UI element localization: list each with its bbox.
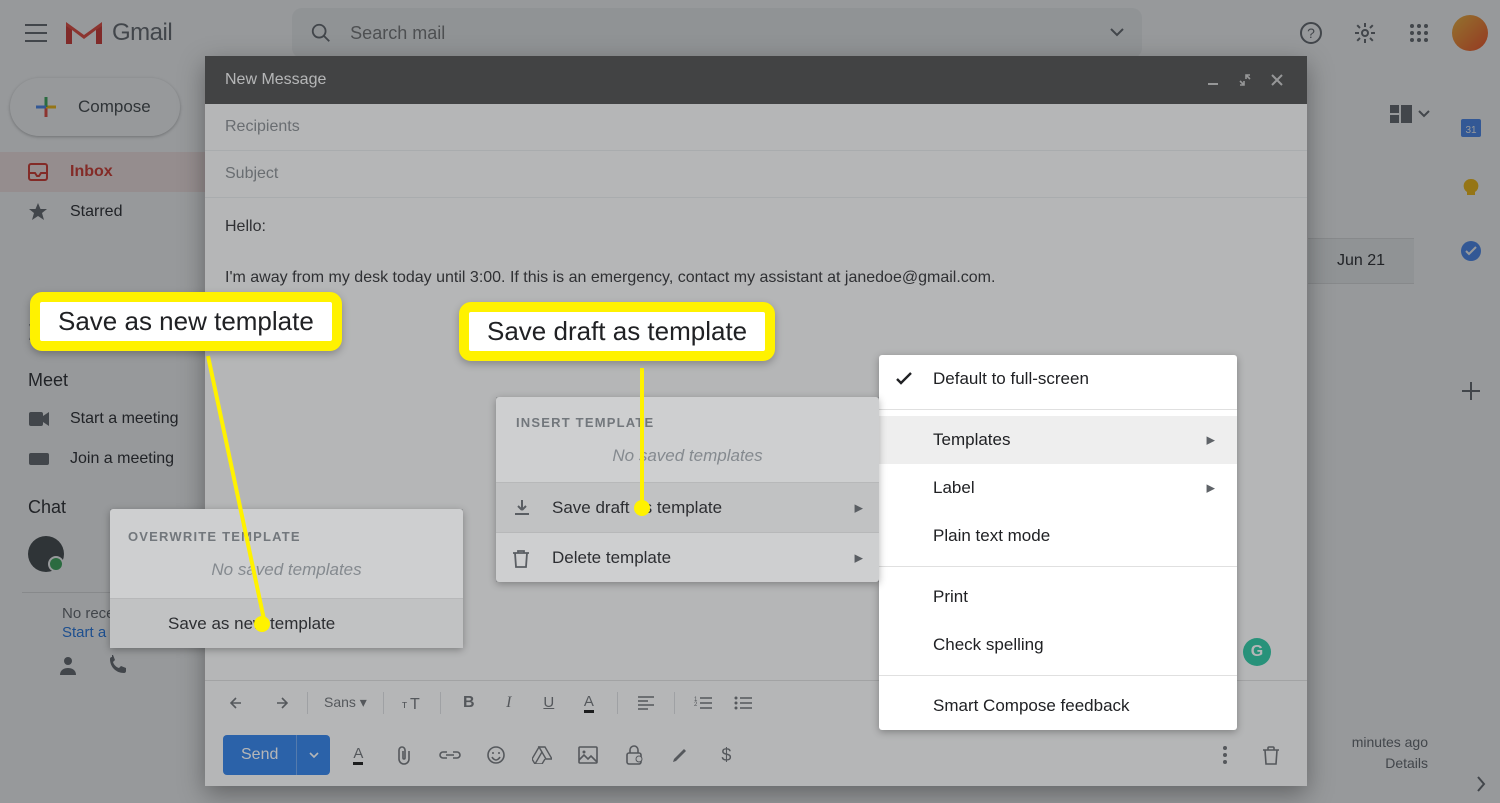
menu-label: Label [933,478,975,498]
recipients-field[interactable]: Recipients [205,104,1307,151]
menu-label: Templates [933,430,1010,450]
numbered-list-button[interactable]: 12 [685,685,721,721]
grammarly-icon[interactable]: G [1243,638,1271,666]
close-button[interactable] [1261,64,1293,96]
overwrite-template-header: OVERWRITE TEMPLATE [110,509,463,552]
insert-drive-button[interactable] [524,737,560,773]
download-icon [512,498,538,518]
menu-label: Print [933,587,968,607]
submenu-arrow-icon: ▸ [1206,430,1215,450]
send-button[interactable]: Send [223,735,330,775]
callout-endpoint [254,616,270,632]
menu-label: Save as new template [168,614,335,634]
callout-save-as-new: Save as new template [30,292,342,351]
menu-label[interactable]: Label ▸ [879,464,1237,512]
menu-default-fullscreen[interactable]: Default to full-screen [879,355,1237,403]
insert-template-header: INSERT TEMPLATE [496,397,879,440]
send-dropdown[interactable] [296,735,330,775]
menu-check-spelling[interactable]: Check spelling [879,621,1237,669]
discard-draft-button[interactable] [1253,737,1289,773]
minimize-button[interactable] [1197,64,1229,96]
menu-label: Smart Compose feedback [933,696,1130,716]
bold-button[interactable]: B [451,685,487,721]
menu-label: Check spelling [933,635,1044,655]
insert-emoji-button[interactable] [478,737,514,773]
save-draft-as-template[interactable]: Save draft as template ▸ [496,482,879,532]
menu-label: Plain text mode [933,526,1050,546]
templates-submenu: INSERT TEMPLATE No saved templates Save … [496,397,879,582]
body-line: I'm away from my desk today until 3:00. … [225,265,1287,291]
compose-action-bar: Send A $ [205,724,1307,786]
submenu-arrow-icon: ▸ [854,548,863,568]
menu-smart-compose-feedback[interactable]: Smart Compose feedback [879,682,1237,730]
undo-button[interactable] [221,685,257,721]
align-button[interactable] [628,685,664,721]
submenu-arrow-icon: ▸ [1206,478,1215,498]
insert-link-button[interactable] [432,737,468,773]
menu-print[interactable]: Print [879,573,1237,621]
font-size-button[interactable]: тT [394,685,430,721]
menu-label: Delete template [552,548,671,568]
redo-button[interactable] [261,685,297,721]
confidential-mode-button[interactable] [616,737,652,773]
svg-text:т: т [402,699,407,711]
money-button[interactable]: $ [708,737,744,773]
save-as-new-template[interactable]: Save as new template [110,598,463,648]
font-family-button[interactable]: Sans ▾ [318,685,373,721]
body-line: Hello: [225,214,1287,240]
no-templates-message: No saved templates [496,440,879,482]
underline-button[interactable]: U [531,685,567,721]
delete-template[interactable]: Delete template ▸ [496,532,879,582]
callout-connector [640,368,644,510]
svg-text:2: 2 [694,702,698,708]
save-template-submenu: OVERWRITE TEMPLATE No saved templates Sa… [110,509,463,648]
submenu-arrow-icon: ▸ [854,498,863,518]
send-label: Send [223,746,296,764]
check-icon [895,372,913,386]
more-options-button[interactable] [1207,737,1243,773]
no-templates-message: No saved templates [110,552,463,598]
svg-text:T: T [410,696,420,711]
compose-title: New Message [225,71,326,89]
text-color-button[interactable]: A [571,685,607,721]
menu-templates[interactable]: Templates ▸ [879,416,1237,464]
bulleted-list-button[interactable] [725,685,761,721]
menu-label: Default to full-screen [933,369,1089,389]
attach-file-button[interactable] [386,737,422,773]
callout-endpoint [634,500,650,516]
menu-plain-text[interactable]: Plain text mode [879,512,1237,560]
trash-icon [512,548,538,568]
italic-button[interactable]: I [491,685,527,721]
insert-photo-button[interactable] [570,737,606,773]
compose-title-bar[interactable]: New Message [205,56,1307,104]
subject-field[interactable]: Subject [205,151,1307,198]
insert-signature-button[interactable] [662,737,698,773]
exit-fullscreen-button[interactable] [1229,64,1261,96]
more-options-menu: Default to full-screen Templates ▸ Label… [879,355,1237,730]
formatting-options-button[interactable]: A [340,737,376,773]
callout-save-draft: Save draft as template [459,302,775,361]
